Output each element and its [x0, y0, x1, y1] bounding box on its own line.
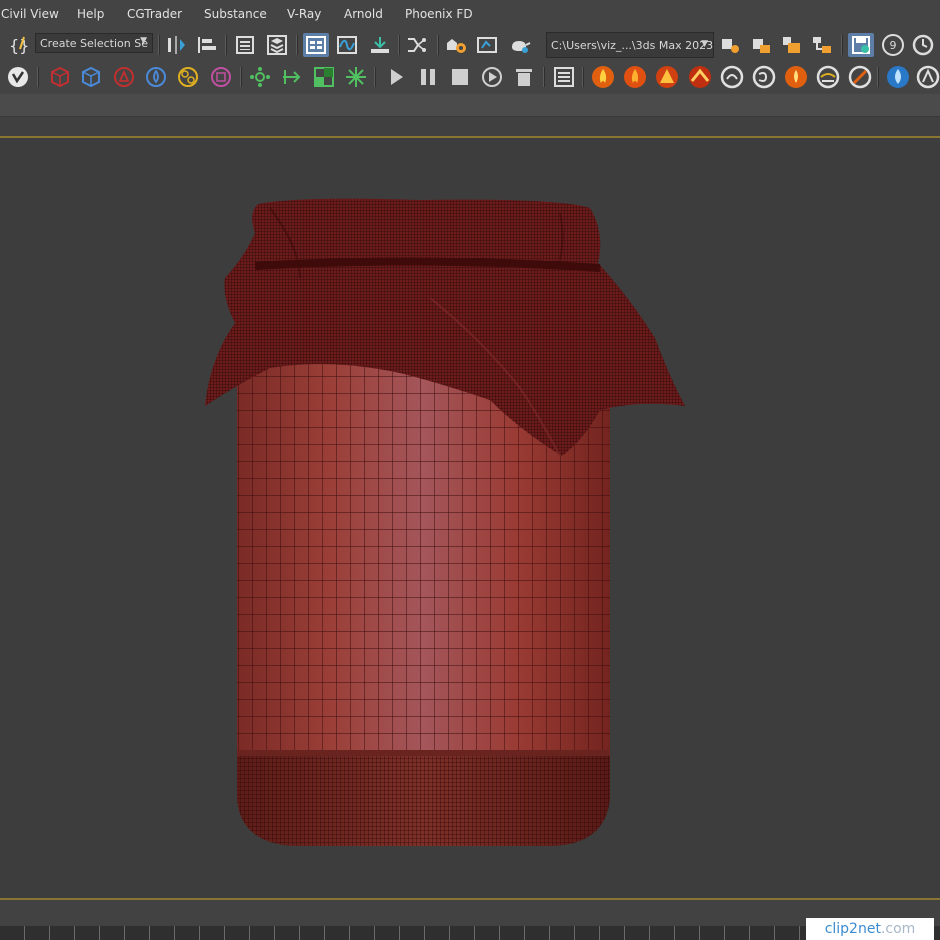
teapot-render-icon[interactable] — [507, 33, 533, 57]
vray-phoenix-toolbar — [0, 61, 940, 94]
fire-splash-icon[interactable] — [687, 65, 713, 89]
separator — [158, 35, 160, 55]
selection-set-value: Create Selection Se — [40, 36, 148, 50]
align-icon[interactable] — [193, 33, 219, 57]
scene-explorer-icon[interactable] — [232, 33, 258, 57]
curve-editor-icon[interactable] — [334, 33, 360, 57]
vray-grid-icon[interactable] — [311, 65, 337, 89]
vray-sphere-icon[interactable] — [175, 65, 201, 89]
vray-logo-icon[interactable] — [5, 65, 31, 89]
open-folder-icon[interactable] — [749, 33, 775, 57]
separator — [543, 67, 545, 87]
vray-sun-icon[interactable] — [343, 65, 369, 89]
smoke-swirl-icon[interactable] — [751, 65, 777, 89]
script-icon[interactable]: {} — [6, 33, 32, 57]
render-setup-icon[interactable] — [443, 33, 469, 57]
vray-dome-icon[interactable] — [143, 65, 169, 89]
menu-phoenix-fd[interactable]: Phoenix FD — [405, 7, 473, 21]
jar-model — [205, 198, 685, 846]
menu-help[interactable]: Help — [77, 7, 104, 21]
flame-icon[interactable] — [783, 65, 809, 89]
separator — [37, 67, 39, 87]
menu-arnold[interactable]: Arnold — [344, 7, 383, 21]
menu-vray[interactable]: V-Ray — [287, 7, 321, 21]
ribbon-toggle-icon[interactable] — [303, 33, 329, 57]
save-folder-icon[interactable] — [779, 33, 805, 57]
menu-civil-view[interactable]: Civil View — [1, 7, 59, 21]
selection-set-dropdown[interactable]: Create Selection Se ▼ — [35, 33, 153, 53]
command-strip — [0, 94, 940, 116]
paint-icon[interactable] — [847, 65, 873, 89]
vray-box-icon[interactable] — [208, 65, 234, 89]
main-toolbar: {} Create Selection Se ▼ C:\Users\viz_.. — [0, 29, 940, 61]
liquid-icon[interactable] — [915, 65, 940, 89]
project-path-value: C:\Users\viz_...\3ds Max 2023 — [551, 38, 714, 52]
menu-bar: Civil View Help CGTrader Substance V-Ray… — [0, 0, 940, 29]
separator — [296, 35, 298, 55]
stop-icon[interactable] — [447, 65, 473, 89]
separator — [841, 35, 843, 55]
separator — [398, 35, 400, 55]
layer-explorer-icon[interactable] — [264, 33, 290, 57]
jar-base — [237, 750, 610, 846]
project-folder-icon[interactable] — [718, 33, 744, 57]
vray-geometry-icon[interactable] — [47, 65, 73, 89]
timeline-ruler[interactable] — [0, 926, 940, 940]
svg-text:{}: {} — [9, 36, 29, 55]
menu-substance[interactable]: Substance — [204, 7, 267, 21]
material-editor-icon[interactable] — [405, 33, 431, 57]
watermark-logo: clip2net .com — [806, 918, 934, 940]
water-drop-icon[interactable] — [885, 65, 911, 89]
badge-counter[interactable]: 9 — [880, 33, 906, 57]
chevron-down-icon: ▼ — [140, 36, 147, 46]
project-path-dropdown[interactable]: C:\Users\viz_...\3ds Max 2023 ▼ — [546, 32, 714, 58]
vray-arrow-icon[interactable] — [280, 65, 306, 89]
mirror-icon[interactable] — [163, 33, 189, 57]
smoke-icon[interactable] — [719, 65, 745, 89]
autosave-icon[interactable] — [848, 33, 874, 57]
list-icon[interactable] — [551, 65, 577, 89]
vray-proxy-icon[interactable] — [78, 65, 104, 89]
separator — [374, 67, 376, 87]
foam-icon[interactable] — [815, 65, 841, 89]
trash-icon[interactable] — [511, 65, 537, 89]
ribbon-strip — [0, 116, 940, 137]
separator — [225, 35, 227, 55]
separator — [582, 67, 584, 87]
vray-light-icon[interactable] — [111, 65, 137, 89]
fire-shield-icon[interactable] — [622, 65, 648, 89]
viewport[interactable] — [0, 136, 940, 900]
schematic-view-icon[interactable] — [367, 33, 393, 57]
fire-icon[interactable] — [590, 65, 616, 89]
vray-network-icon[interactable] — [247, 65, 273, 89]
fire-burst-icon[interactable] — [654, 65, 680, 89]
play-icon[interactable] — [383, 65, 409, 89]
pause-icon[interactable] — [415, 65, 441, 89]
separator — [437, 35, 439, 55]
time-sync-icon[interactable] — [910, 33, 936, 57]
render-icon[interactable] — [479, 65, 505, 89]
watermark-suffix: .com — [880, 921, 916, 937]
badge-number: 9 — [890, 39, 897, 52]
folder-tree-icon[interactable] — [809, 33, 835, 57]
watermark-text: clip2net — [824, 921, 881, 937]
separator — [240, 67, 242, 87]
menu-cgtrader[interactable]: CGTrader — [127, 7, 182, 21]
rendered-frame-icon[interactable] — [475, 33, 501, 57]
chevron-down-icon: ▼ — [701, 39, 708, 49]
separator — [877, 67, 879, 87]
